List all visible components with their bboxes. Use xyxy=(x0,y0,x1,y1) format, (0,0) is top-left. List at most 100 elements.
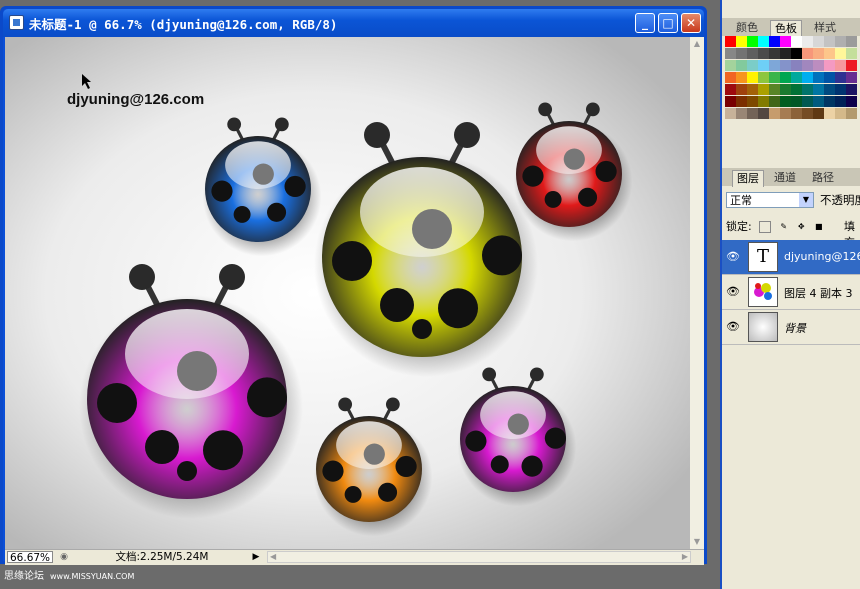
color-swatch[interactable] xyxy=(791,84,802,95)
color-swatch[interactable] xyxy=(780,84,791,95)
document-size-info[interactable]: 文档:2.25M/5.24M xyxy=(77,550,247,564)
color-swatch[interactable] xyxy=(791,48,802,59)
eye-icon[interactable]: 👁 xyxy=(726,321,740,333)
color-swatch[interactable] xyxy=(813,48,824,59)
minimize-button[interactable]: _ xyxy=(635,13,655,33)
color-swatch[interactable] xyxy=(758,72,769,83)
color-swatch[interactable] xyxy=(835,84,846,95)
layer-row-text[interactable]: 👁 T djyuning@126.com xyxy=(722,240,860,275)
color-swatch[interactable] xyxy=(747,84,758,95)
color-swatch[interactable] xyxy=(824,60,835,71)
lock-transparency-icon[interactable] xyxy=(759,221,772,233)
color-swatch[interactable] xyxy=(747,48,758,59)
layer-row-background[interactable]: 👁 背景 xyxy=(722,310,860,345)
zoom-field[interactable]: 66.67% xyxy=(7,551,53,564)
color-swatch[interactable] xyxy=(835,72,846,83)
color-swatch[interactable] xyxy=(846,60,857,71)
color-swatch[interactable] xyxy=(747,36,758,47)
color-swatch[interactable] xyxy=(747,72,758,83)
color-swatch[interactable] xyxy=(802,84,813,95)
color-swatch[interactable] xyxy=(846,96,857,107)
color-swatch[interactable] xyxy=(725,84,736,95)
color-swatch[interactable] xyxy=(780,72,791,83)
color-swatch[interactable] xyxy=(824,108,835,119)
color-swatch[interactable] xyxy=(813,108,824,119)
color-swatch[interactable] xyxy=(725,60,736,71)
color-swatch[interactable] xyxy=(791,60,802,71)
color-swatch[interactable] xyxy=(846,72,857,83)
color-swatch[interactable] xyxy=(802,48,813,59)
color-swatch[interactable] xyxy=(736,72,747,83)
layer-row-image[interactable]: 👁 图层 4 副本 3 xyxy=(722,275,860,310)
color-swatch[interactable] xyxy=(846,48,857,59)
close-button[interactable]: ✕ xyxy=(681,13,701,33)
color-swatch[interactable] xyxy=(758,96,769,107)
color-swatch[interactable] xyxy=(769,96,780,107)
color-swatch[interactable] xyxy=(725,72,736,83)
color-swatch[interactable] xyxy=(835,108,846,119)
color-swatch[interactable] xyxy=(769,108,780,119)
color-swatch[interactable] xyxy=(769,48,780,59)
color-swatch[interactable] xyxy=(835,36,846,47)
tab-paths[interactable]: 路径 xyxy=(808,170,838,186)
color-swatch[interactable] xyxy=(780,96,791,107)
color-swatch[interactable] xyxy=(725,36,736,47)
color-swatch[interactable] xyxy=(736,48,747,59)
color-swatch[interactable] xyxy=(835,48,846,59)
color-swatch[interactable] xyxy=(824,84,835,95)
color-swatch[interactable] xyxy=(813,60,824,71)
horizontal-scrollbar[interactable]: ◀ ▶ xyxy=(267,551,691,563)
tab-color[interactable]: 颜色 xyxy=(732,20,762,36)
lock-brush-icon[interactable]: ✎ xyxy=(779,222,789,232)
color-swatch[interactable] xyxy=(791,36,802,47)
color-swatch[interactable] xyxy=(791,72,802,83)
scroll-up-icon[interactable]: ▲ xyxy=(690,37,704,51)
scroll-right-icon[interactable]: ▶ xyxy=(682,552,688,561)
color-swatch[interactable] xyxy=(747,96,758,107)
color-swatch[interactable] xyxy=(736,60,747,71)
color-swatch[interactable] xyxy=(769,60,780,71)
status-menu-arrow-icon[interactable]: ▶ xyxy=(249,551,263,563)
color-swatch[interactable] xyxy=(758,60,769,71)
eye-icon[interactable]: 👁 xyxy=(726,286,740,298)
tab-swatches[interactable]: 色板 xyxy=(770,20,802,37)
color-swatch[interactable] xyxy=(802,36,813,47)
color-swatch[interactable] xyxy=(846,108,857,119)
color-swatch[interactable] xyxy=(813,84,824,95)
color-swatch[interactable] xyxy=(758,36,769,47)
color-swatch[interactable] xyxy=(769,84,780,95)
color-swatch[interactable] xyxy=(725,96,736,107)
color-swatch[interactable] xyxy=(802,108,813,119)
color-swatch[interactable] xyxy=(791,96,802,107)
eye-icon[interactable]: 👁 xyxy=(726,251,740,263)
color-swatch[interactable] xyxy=(758,108,769,119)
color-swatch[interactable] xyxy=(835,60,846,71)
color-swatch[interactable] xyxy=(780,108,791,119)
lock-move-icon[interactable]: ✥ xyxy=(796,222,806,232)
maximize-button[interactable]: □ xyxy=(658,13,678,33)
color-swatch[interactable] xyxy=(725,48,736,59)
color-swatch[interactable] xyxy=(824,96,835,107)
scroll-left-icon[interactable]: ◀ xyxy=(270,552,276,561)
tab-channels[interactable]: 通道 xyxy=(770,170,800,186)
document-titlebar[interactable]: 未标题-1 @ 66.7% (djyuning@126.com, RGB/8) … xyxy=(3,9,704,37)
color-swatch[interactable] xyxy=(813,72,824,83)
color-swatch[interactable] xyxy=(802,96,813,107)
color-swatch[interactable] xyxy=(758,84,769,95)
tab-layers[interactable]: 图层 xyxy=(732,170,764,187)
color-swatch[interactable] xyxy=(780,48,791,59)
color-swatch[interactable] xyxy=(802,60,813,71)
color-swatch[interactable] xyxy=(747,108,758,119)
color-swatch[interactable] xyxy=(824,72,835,83)
color-swatch[interactable] xyxy=(813,96,824,107)
vertical-scrollbar[interactable]: ▲ ▼ xyxy=(690,37,704,549)
image-canvas[interactable]: djyuning@126.com xyxy=(5,37,690,549)
color-swatch[interactable] xyxy=(824,48,835,59)
color-swatch[interactable] xyxy=(758,48,769,59)
color-swatch[interactable] xyxy=(802,72,813,83)
color-swatch[interactable] xyxy=(747,60,758,71)
color-swatch[interactable] xyxy=(835,96,846,107)
color-swatch[interactable] xyxy=(769,72,780,83)
navigator-icon[interactable]: ◉ xyxy=(57,551,71,563)
color-swatch[interactable] xyxy=(846,84,857,95)
